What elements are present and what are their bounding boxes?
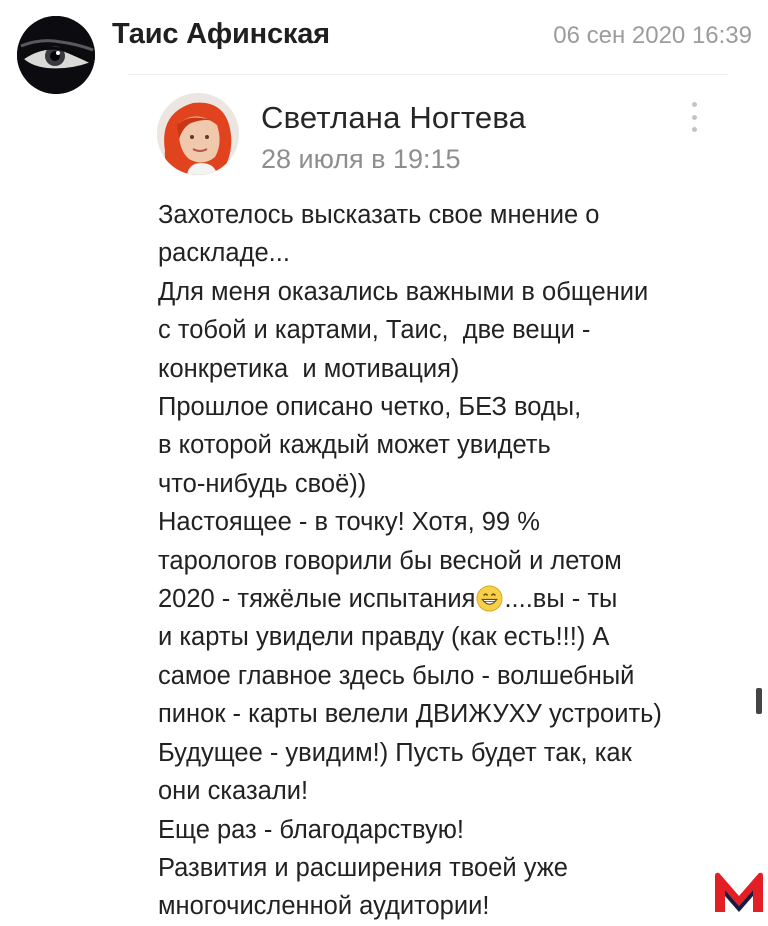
text-line: тарологов говорили бы весной и летом [158,546,622,575]
text-fragment: 2020 - тяжёлые испытания [158,585,476,614]
divider [128,74,728,75]
comment-date: 28 июля в 19:15 [261,144,461,174]
comment-text: Захотелось высказать свое мнение о раскл… [158,196,713,926]
author-avatar[interactable] [17,16,95,94]
quoted-comment-screenshot: Светлана Ногтева 28 июля в 19:15 Захотел… [140,80,720,920]
text-line: Будущее - увидим!) Пусть будет так, как [158,738,632,767]
text-line-with-emoji: 2020 - тяжёлые испытания ....вы - ты [158,580,713,618]
text-line: Для меня оказались важными в общении [158,277,649,306]
red-m-logo-icon [715,872,763,912]
text-line: конкретика и мотивация) [158,354,460,383]
text-line: и карты увидели правду (как есть!!!) А [158,623,610,652]
text-line: Развития и расширения твоей уже [158,853,568,882]
text-fragment: ....вы - ты [504,585,618,614]
comment-author-name[interactable]: Светлана Ногтева [261,100,526,136]
text-line: в которой каждый может увидеть [158,431,551,460]
watermark-logo [712,870,766,914]
grinning-face-emoji-icon [476,585,503,612]
text-line: что-нибудь своё)) [158,469,367,498]
text-line: пинок - карты велели ДВИЖУХУ устроить) [158,700,662,729]
text-line: Еще раз - благодарствую! [158,815,464,844]
post-date: 06 сен 2020 16:39 [553,22,752,49]
text-line: с тобой и картами, Таис, две вещи - [158,316,591,345]
post-author-name[interactable]: Таис Афинская [112,18,330,51]
text-line: Настоящее - в точку! Хотя, 99 % [158,508,540,537]
text-line: самое главное здесь было - волшебный [158,661,635,690]
scrollbar-thumb[interactable] [756,688,762,714]
text-line: они сказали! [158,777,309,806]
more-vertical-icon[interactable] [688,102,700,132]
eye-avatar-icon [17,16,95,94]
text-line: Прошлое описано четко, БЕЗ воды, [158,393,582,422]
red-hair-avatar-icon [157,93,239,175]
text-line: раскладе... [158,239,290,268]
text-line: Захотелось высказать свое мнение о [158,201,600,229]
comment-author-avatar[interactable] [157,93,239,175]
